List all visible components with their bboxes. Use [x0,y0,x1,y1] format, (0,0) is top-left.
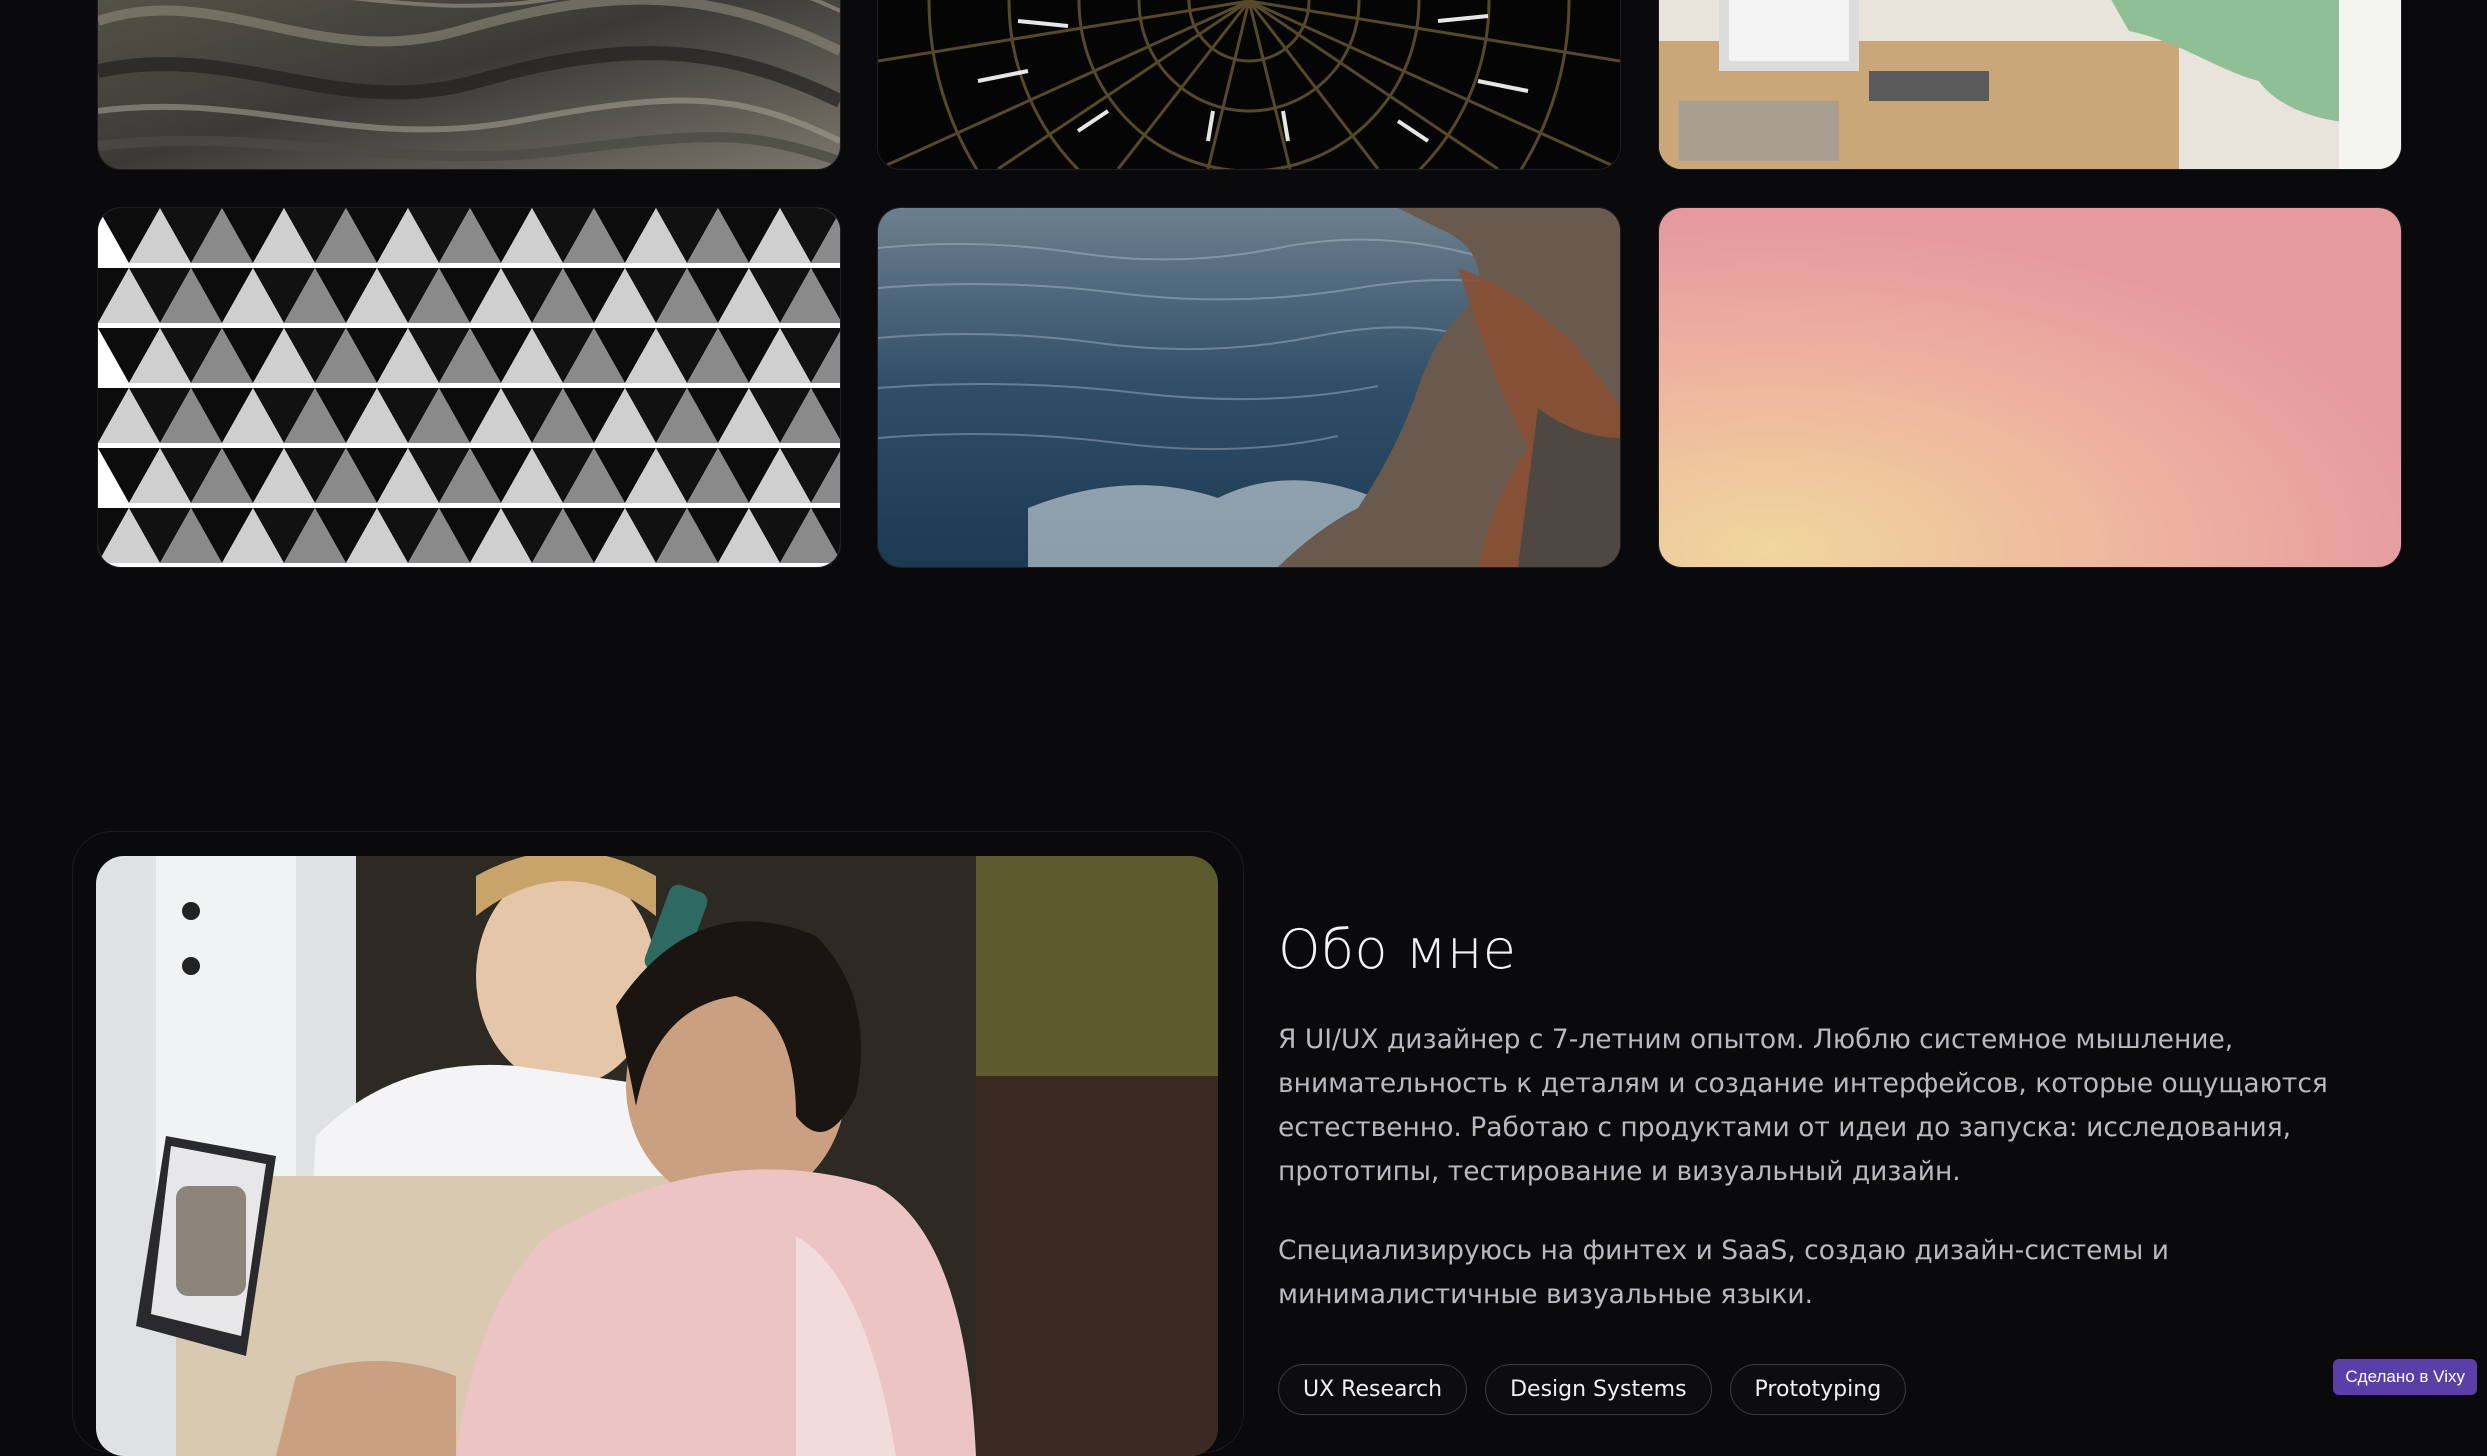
pink-gradient-image[interactable] [1658,207,2402,568]
about-paragraph-2: Специализируюсь на финтех и SaaS, создаю… [1278,1235,2169,1310]
marble-texture-image[interactable] [97,0,841,170]
tag-ux-research[interactable]: UX Research [1278,1364,1468,1415]
skill-tags: UX Research Design Systems Prototyping [1278,1364,1907,1415]
tag-design-systems[interactable]: Design Systems [1485,1364,1712,1415]
geometric-pattern-image[interactable] [97,207,841,568]
about-title: Обо мне [1278,918,1517,981]
ocean-cliff-image[interactable] [877,207,1621,568]
about-paragraph-1: Я UI/UX дизайнер с 7-летним опытом. Любл… [1278,1024,2328,1187]
tag-prototyping[interactable]: Prototyping [1729,1364,1907,1415]
dome-lights-image[interactable] [877,0,1621,170]
made-in-vixy-badge[interactable]: Сделано в Vixy [2333,1359,2477,1395]
about-photo-image [96,856,1218,1456]
workspace-desk-image[interactable] [1658,0,2402,170]
